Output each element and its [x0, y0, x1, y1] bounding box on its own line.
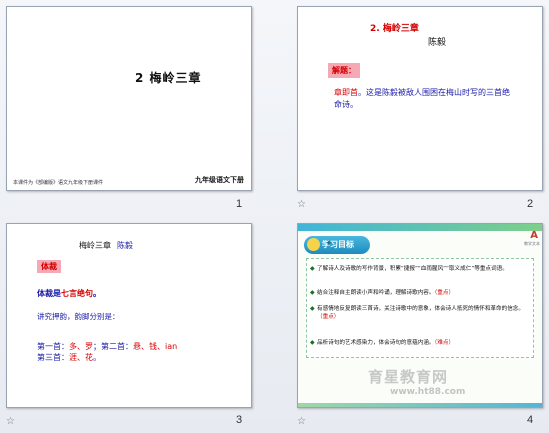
slide-transition-star-icon[interactable]: ☆ — [297, 416, 306, 427]
learning-goals-badge: ✦ 学习目标 — [304, 236, 370, 254]
watermark: 育星教育网 — [368, 368, 449, 386]
rhyme-line-1: 第一首：多、罗；第二首：悬、钱、ian — [37, 341, 177, 352]
rhyme-suffix: 。 — [93, 353, 101, 362]
rhyme-label: 第三首： — [37, 353, 69, 362]
goal-text: 有感情地反复朗读三首诗，关注诗歌中的意象，体会诗人抵死的情怀和革命的信念。 — [317, 306, 524, 312]
slide-transition-star-icon[interactable]: ☆ — [297, 199, 306, 210]
decorative-bottom-bar — [298, 403, 542, 407]
slide-number-4: 4 — [527, 414, 534, 426]
slide-footer-left: 本课件为《部编版》语文九年级下册课件 — [13, 180, 104, 186]
slide-thumbnail-4[interactable]: ✦ 学习目标 A 教学文本 ◆ 了解诗人及诗歌的写作背景，积累“捷报”“血雨腥风… — [297, 223, 543, 408]
logo-subtitle: 教学文本 — [524, 241, 540, 246]
genre-highlight: 七言绝句 — [61, 289, 93, 298]
goal-tag: （重点） — [434, 290, 455, 296]
slide-heading: 梅岭三章 陈毅 — [79, 240, 133, 251]
decorative-top-bar — [298, 224, 542, 231]
slide-footer-right: 九年级语文下册 — [195, 176, 244, 184]
section-label: 解题： — [328, 63, 360, 78]
slide-title: 2 梅岭三章 — [135, 71, 202, 85]
logo-icon: A — [530, 230, 538, 241]
goal-item: ◆ 有感情地反复朗读三首诗，关注诗歌中的意象，体会诗人抵死的情怀和革命的信念。 （… — [310, 305, 529, 321]
watermark-url: www.ht88.com — [390, 387, 466, 397]
goal-item: ◆ 了解诗人及诗歌的写作背景，积累“捷报”“血雨腥风”“取义成仁”等重点词语。 — [310, 265, 529, 273]
rhyme-line-2: 第三首：涯、花。 — [37, 352, 101, 363]
slide-thumbnail-3[interactable]: 梅岭三章 陈毅 体裁 体裁是七言绝句。 讲究押韵，韵脚分别是： 第一首：多、罗；第… — [6, 223, 252, 408]
slide-transition-star-icon[interactable]: ☆ — [6, 416, 15, 427]
goal-text: 了解诗人及诗歌的写作背景，积累“捷报”“血雨腥风”“取义成仁”等重点词语。 — [317, 266, 508, 272]
genre-suffix: 。 — [93, 289, 101, 298]
goal-text: 结合注释自主朗读小声和吟诵，理解诗歌内容。 — [317, 290, 435, 296]
rhyme-label: ；第二首： — [93, 342, 133, 351]
rhyme-words: 多、罗 — [69, 342, 93, 351]
rhyme-intro: 讲究押韵，韵脚分别是： — [37, 312, 120, 321]
rhyme-words: 涯、花 — [69, 353, 93, 362]
bullet-icon: ◆ — [310, 265, 315, 272]
bullet-icon: ◆ — [310, 339, 315, 346]
slide-body: 章即首。这是陈毅被敌人围困在梅山时写的三首绝命诗。 — [334, 87, 512, 111]
body-highlight: 章即首 — [334, 88, 358, 97]
goal-tag: （难点） — [434, 340, 455, 346]
slide-thumbnail-1[interactable]: 2 梅岭三章 本课件为《部编版》语文九年级下册课件 九年级语文下册 — [6, 6, 252, 191]
slide-thumbnail-2[interactable]: 2. 梅岭三章 陈毅 解题： 章即首。这是陈毅被敌人围困在梅山时写的三首绝命诗。 — [297, 6, 543, 191]
section-label: 体裁 — [37, 260, 61, 273]
bullet-icon: ◆ — [310, 289, 315, 296]
genre-prefix: 体裁是 — [37, 289, 61, 298]
slide-number-2: 2 — [527, 198, 534, 210]
goal-item: ◆ 品析诗句的艺术感染力，体会诗句的意蕴内涵。（难点） — [310, 339, 529, 347]
goal-text: 品析诗句的艺术感染力，体会诗句的意蕴内涵。 — [317, 340, 435, 346]
goal-item: ◆ 结合注释自主朗读小声和吟诵，理解诗歌内容。（重点） — [310, 289, 529, 297]
body-text: 。这是陈毅被敌人围困在梅山时写的三首绝命诗。 — [334, 88, 510, 109]
poem-title: 梅岭三章 — [79, 241, 111, 250]
slide-number-3: 3 — [236, 414, 243, 426]
slide-number-1: 1 — [236, 198, 243, 210]
rhyme-words: 悬、钱、ian — [133, 342, 178, 351]
goal-tag: （重点） — [317, 314, 340, 320]
slide-author: 陈毅 — [428, 38, 447, 48]
rhyme-label: 第一首： — [37, 342, 69, 351]
genre-line: 体裁是七言绝句。 — [37, 288, 101, 299]
poem-author: 陈毅 — [117, 241, 133, 250]
goals-card: ◆ 了解诗人及诗歌的写作背景，积累“捷报”“血雨腥风”“取义成仁”等重点词语。 … — [306, 258, 534, 358]
lightbulb-icon: ✦ — [307, 238, 333, 251]
bullet-icon: ◆ — [310, 305, 315, 312]
slide-title: 2. 梅岭三章 — [370, 24, 419, 34]
